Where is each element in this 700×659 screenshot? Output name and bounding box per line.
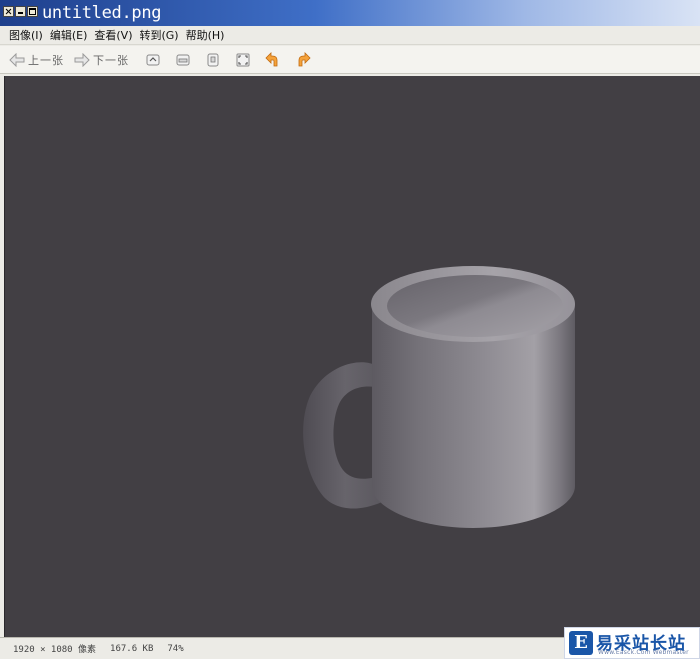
arrow-right-icon (74, 52, 90, 67)
title-bar: untitled.png (0, 0, 700, 26)
zoom-width-button[interactable] (168, 49, 198, 71)
rotate-left-icon (265, 51, 278, 66)
actual-size-icon (207, 53, 219, 66)
minimize-window-icon[interactable] (15, 6, 26, 17)
menu-edit[interactable]: 编辑(E) (47, 26, 92, 44)
site-watermark: E 易采站长站 Www.Easck.Com Webmaster (564, 627, 700, 659)
site-url: Www.Easck.Com Webmaster (598, 649, 689, 656)
image-viewport[interactable] (4, 76, 700, 637)
arrow-left-icon (9, 52, 25, 67)
mug-interior (387, 275, 563, 337)
fullscreen-icon (236, 53, 250, 66)
menu-help[interactable]: 帮助(H) (183, 26, 229, 44)
menu-view[interactable]: 查看(V) (91, 26, 136, 44)
fit-window-button[interactable] (138, 49, 168, 71)
fit-window-icon (146, 54, 160, 65)
zoom-width-icon (176, 54, 190, 65)
previous-label: 上一张 (28, 53, 64, 67)
mug-image (303, 266, 575, 528)
image-dimensions: 1920 × 1080 像素 (13, 645, 97, 655)
menu-bar: 图像(I) 编辑(E) 查看(V) 转到(G) 帮助(H) (0, 26, 700, 45)
toolbar: 上一张 下一张 (0, 46, 700, 74)
window-title: untitled.png (42, 3, 162, 23)
rotate-right-icon (298, 51, 311, 66)
menu-image[interactable]: 图像(I) (6, 26, 47, 44)
rotate-right-button[interactable] (288, 49, 318, 71)
close-window-icon[interactable] (3, 6, 14, 17)
menu-goto[interactable]: 转到(G) (136, 26, 182, 44)
actual-size-button[interactable] (198, 49, 228, 71)
previous-button[interactable]: 上一张 (6, 49, 67, 71)
zoom-level: 74% (167, 643, 184, 654)
rotate-left-button[interactable] (258, 49, 288, 71)
file-size: 167.6 KB (110, 643, 154, 654)
fullscreen-button[interactable] (228, 49, 258, 71)
window-controls (3, 6, 38, 17)
site-logo-icon: E (569, 631, 593, 655)
next-button[interactable]: 下一张 (71, 49, 132, 71)
next-label: 下一张 (93, 53, 129, 67)
maximize-window-icon[interactable] (27, 6, 38, 17)
